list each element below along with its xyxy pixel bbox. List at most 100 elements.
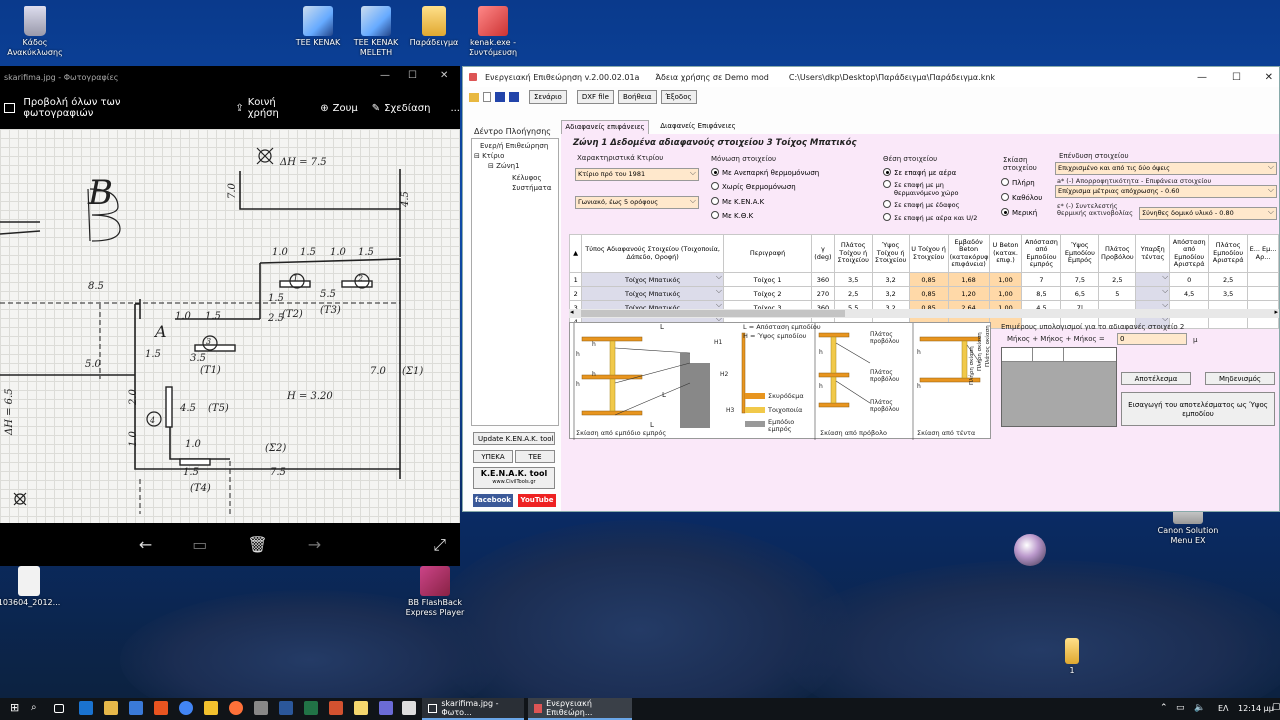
insulation-option-kenak[interactable]: Με K.EN.A.K xyxy=(711,197,764,207)
gallery-icon[interactable] xyxy=(4,103,16,113)
table-row[interactable]: 2Τοίχος ΜπατικόςΤοίχος 22702,53,20,851,2… xyxy=(568,286,1279,301)
table-cell-extra[interactable] xyxy=(1247,272,1279,287)
table-cell-area[interactable]: 1,68 xyxy=(947,272,990,287)
shading-option-full[interactable]: Πλήρη xyxy=(1001,178,1035,188)
table-cell-desc[interactable]: Τοίχος 2 xyxy=(722,286,813,301)
table-cell-wl[interactable]: 3,5 xyxy=(1208,286,1249,301)
delete-icon[interactable]: 🗑 xyxy=(247,535,267,554)
emissivity-select[interactable]: Σύνηθες δομικό υλικό - 0.80 xyxy=(1139,207,1277,220)
insulation-option-ktk[interactable]: Με Κ.Θ.Κ xyxy=(711,211,753,221)
position-option-air[interactable]: Σε επαφή με αέρα xyxy=(883,168,956,178)
position-option-unheated[interactable]: Σε επαφή με μη θερμαινόμενο χώρο xyxy=(883,180,983,197)
table-cell-td[interactable] xyxy=(1135,272,1171,287)
calc-result-field[interactable] xyxy=(1117,333,1187,345)
table-cell-ub[interactable]: 1,00 xyxy=(988,286,1023,301)
youtube-button[interactable]: YouTube xyxy=(518,494,556,507)
start-windows-icon[interactable]: ⊞ xyxy=(10,701,24,715)
exit-button[interactable]: Έξοδος xyxy=(660,90,697,104)
word-icon[interactable] xyxy=(279,701,293,715)
more-button[interactable]: ... xyxy=(450,103,460,114)
minimize-button[interactable]: — xyxy=(1197,72,1207,83)
language-indicator[interactable]: ΕΛ xyxy=(1218,704,1229,713)
table-cell-area[interactable]: 1,20 xyxy=(947,286,990,301)
taskbar-photos-task[interactable]: skarifima.jpg - Φωτο... xyxy=(422,698,524,720)
tab-transparent-surfaces[interactable]: Διαφανείς Επιφάνειες xyxy=(653,120,743,134)
help-button[interactable]: Βοήθεια xyxy=(617,90,657,104)
draw-icon[interactable]: ✎ xyxy=(372,103,380,114)
clock[interactable]: 12:14 μμ xyxy=(1238,704,1274,713)
table-cell-dl[interactable]: 0 xyxy=(1169,272,1210,287)
maximize-button[interactable]: ☐ xyxy=(1232,72,1241,83)
calc-grid-row[interactable] xyxy=(1002,348,1116,362)
pinned-app-icon[interactable] xyxy=(402,701,416,715)
table-cell-ub[interactable]: 1,00 xyxy=(988,272,1023,287)
tee-button[interactable]: TEE xyxy=(515,450,555,463)
horizontal-scrollbar[interactable]: ◂ ▸ xyxy=(569,308,1279,318)
crop-icon[interactable]: ▭ xyxy=(192,535,207,554)
table-cell-hf[interactable]: 7,5 xyxy=(1060,272,1100,287)
notifications-icon[interactable]: ▢ xyxy=(1272,702,1280,712)
zoom-button[interactable]: Ζουμ xyxy=(333,103,358,114)
building-floors-select[interactable]: Γωνιακό, έως 5 ορόφους xyxy=(575,196,699,209)
draw-button[interactable]: Σχεδίαση xyxy=(384,103,430,114)
excel-icon[interactable] xyxy=(304,701,318,715)
bb-flashback-shortcut[interactable]: BB FlashBack Express Player xyxy=(400,566,470,618)
tree-item-zone1[interactable]: ⊟ Ζώνη1 xyxy=(488,162,520,170)
pinned-app-icon[interactable] xyxy=(379,701,393,715)
notes-icon[interactable] xyxy=(354,701,368,715)
tray-chevron-icon[interactable]: ⌃ xyxy=(1160,703,1168,713)
volume-icon[interactable]: 🔈 xyxy=(1194,703,1205,713)
tree-item-inspection[interactable]: Ενερ/ή Επιθεώρηση xyxy=(480,142,548,150)
table-cell-deg[interactable]: 270 xyxy=(811,286,835,301)
insert-result-button[interactable]: Εισαγωγή του αποτελέσματος ως Ύψος εμποδ… xyxy=(1121,392,1275,426)
shading-option-partial[interactable]: Μερική xyxy=(1001,208,1037,218)
share-icon[interactable]: ⇪ xyxy=(235,103,243,114)
scenario-button[interactable]: Σενάριο xyxy=(529,90,567,104)
table-cell-type[interactable]: Τοίχος Μπατικός xyxy=(581,286,724,301)
table-cell-hf[interactable]: 6,5 xyxy=(1060,286,1100,301)
table-cell-pb[interactable]: 5 xyxy=(1098,286,1137,301)
scroll-left-arrow-icon[interactable]: ◂ xyxy=(570,308,574,316)
calc-input-grid[interactable] xyxy=(1001,347,1117,427)
table-cell-h[interactable]: 3,2 xyxy=(871,286,910,301)
facebook-button[interactable]: facebook xyxy=(473,494,513,507)
table-cell-dl[interactable]: 4,5 xyxy=(1169,286,1210,301)
scrollbar-thumb[interactable] xyxy=(581,310,845,317)
insulation-option-none[interactable]: Χωρίς Θερμομόνωση xyxy=(711,182,796,192)
absorptivity-select[interactable]: Επίχρισμα μέτριας απόχρωσης - 0.60 xyxy=(1055,185,1277,198)
scroll-right-arrow-icon[interactable]: ▸ xyxy=(1274,308,1278,316)
table-cell-td[interactable] xyxy=(1135,286,1171,301)
maximize-button[interactable]: ☐ xyxy=(408,70,417,81)
table-cell-u[interactable]: 0,85 xyxy=(908,286,949,301)
new-file-icon[interactable] xyxy=(483,92,491,102)
taskbar-energy-task[interactable]: Ενεργειακή Επιθεώρη... xyxy=(528,698,632,720)
edge-browser-icon[interactable] xyxy=(79,701,93,715)
back-arrow-icon[interactable]: ← xyxy=(139,535,152,554)
document-shortcut[interactable]: 103604_2012... xyxy=(0,566,64,608)
share-button[interactable]: Κοινή χρήση xyxy=(248,97,307,119)
position-option-ground[interactable]: Σε επαφή με έδαφος xyxy=(883,200,959,210)
table-cell-h[interactable]: 3,2 xyxy=(871,272,910,287)
table-cell-pb[interactable]: 2,5 xyxy=(1098,272,1137,287)
folder-1-shortcut[interactable]: 1 xyxy=(1037,638,1107,676)
media-player-orb-icon[interactable] xyxy=(1014,534,1046,566)
tab-opaque-surfaces[interactable]: Αδιαφανείς επιφάνειες xyxy=(561,120,649,134)
tree-item-envelope[interactable]: Κέλυφος xyxy=(512,174,542,182)
powerpoint-icon[interactable] xyxy=(329,701,343,715)
fullscreen-icon[interactable]: ⤢ xyxy=(433,535,446,555)
table-cell-wl[interactable]: 2,5 xyxy=(1208,272,1249,287)
table-cell-desc[interactable]: Τοίχος 1 xyxy=(722,272,813,287)
app-pinned-icon[interactable] xyxy=(254,701,268,715)
dxf-file-button[interactable]: DXF file xyxy=(576,90,614,104)
shading-option-none[interactable]: Καθόλου xyxy=(1001,193,1042,203)
table-cell-d[interactable]: 8,5 xyxy=(1021,286,1062,301)
view-all-link[interactable]: Προβολή όλων των φωτογραφιών xyxy=(23,97,183,119)
open-folder-icon[interactable] xyxy=(469,92,479,102)
zoom-icon[interactable]: ⊕ xyxy=(320,103,328,114)
table-cell-u[interactable]: 0,85 xyxy=(908,272,949,287)
table-cell-d[interactable]: 7 xyxy=(1021,272,1062,287)
table-cell-w[interactable]: 3,5 xyxy=(833,272,873,287)
position-option-air-u2[interactable]: Σε επαφή με αέρα και U/2 xyxy=(883,213,977,223)
save-icon[interactable] xyxy=(495,92,505,102)
tree-item-building[interactable]: ⊟ Κτίριο xyxy=(474,152,504,160)
